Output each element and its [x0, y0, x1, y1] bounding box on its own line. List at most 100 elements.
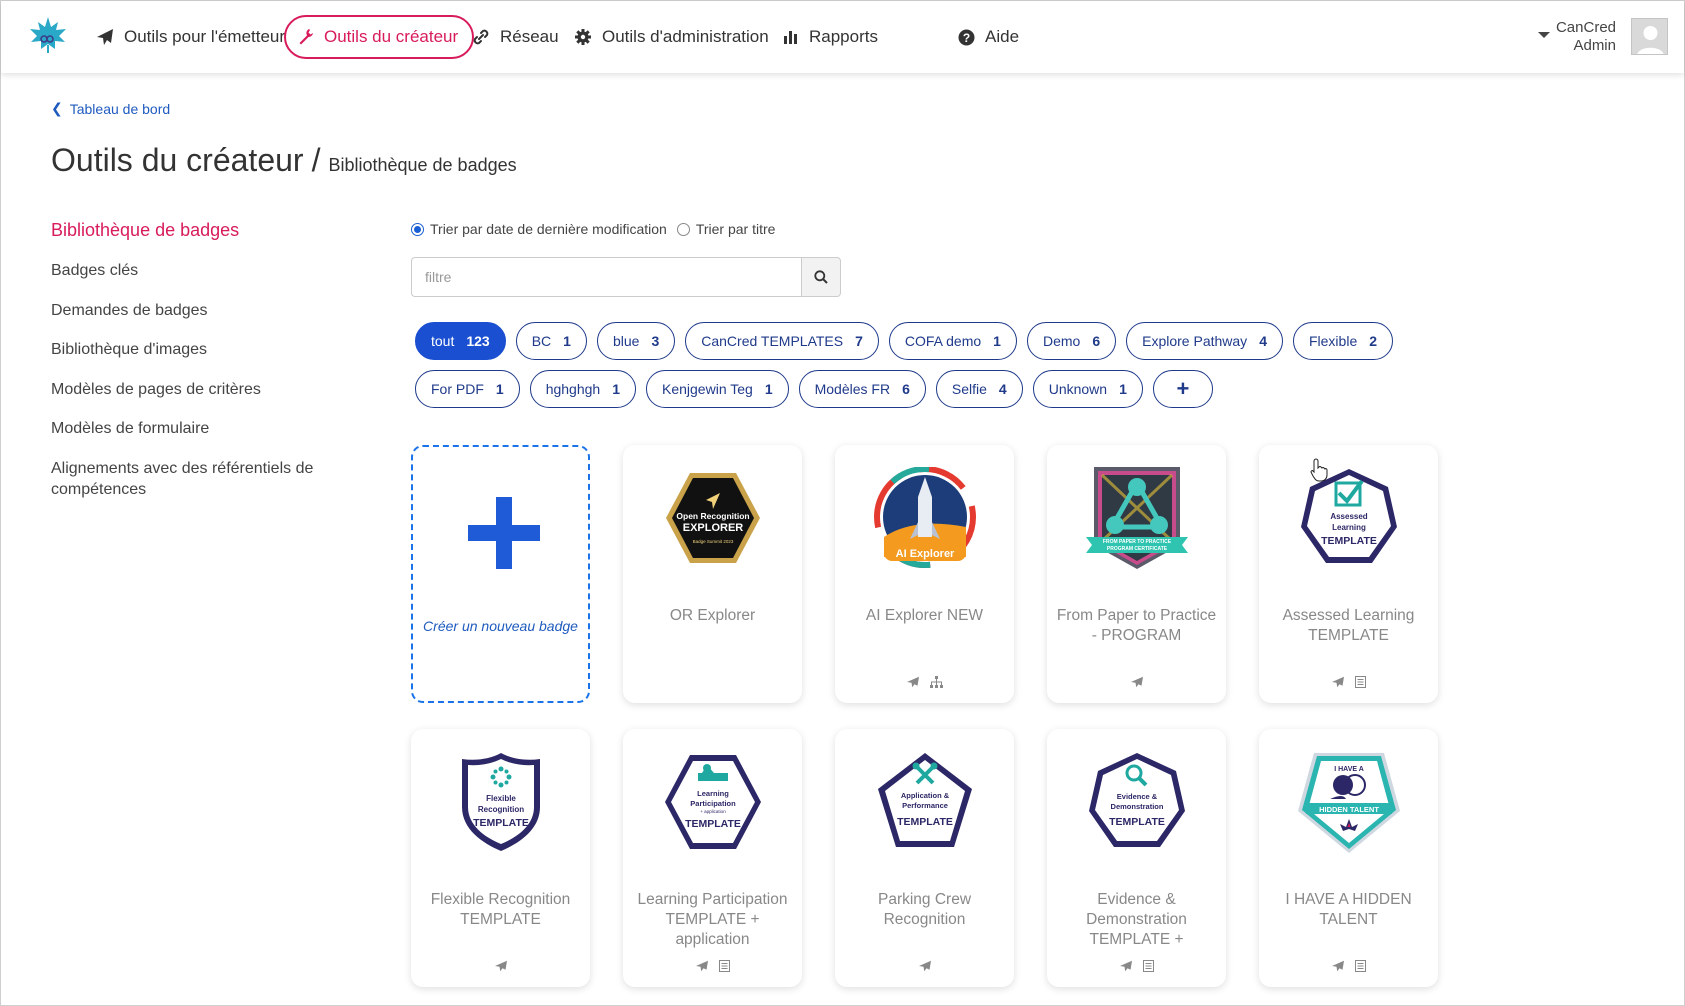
tag-filters: tout 123 BC 1 blue 3 CanCred TEMPLATES 7 COF…: [415, 322, 1415, 418]
filter-input[interactable]: [411, 257, 801, 297]
tag-demo[interactable]: Demo 6: [1026, 322, 1117, 360]
tag-count: 1: [1119, 381, 1127, 397]
badge-card[interactable]: Assessed Learning TEMPLATE Assessed Lear…: [1259, 445, 1438, 703]
tag-label: Explore Pathway: [1142, 333, 1248, 349]
user-org: CanCred: [1555, 19, 1616, 36]
nav-issuer-tools-label: Outils pour l'émetteur: [124, 27, 286, 46]
paper-plane-icon[interactable]: [918, 960, 932, 972]
paper-plane-icon[interactable]: [1331, 960, 1345, 972]
tag-unknown[interactable]: Unknown 1: [1032, 370, 1143, 408]
create-badge-card[interactable]: Créer un nouveau badge: [411, 445, 590, 703]
wrench-icon: [299, 29, 313, 45]
nav-creator-tools-label: Outils du créateur: [324, 27, 459, 46]
sidebar-item-image-library[interactable]: Bibliothèque d'images: [51, 339, 207, 360]
tag-hghghgh[interactable]: hghghgh 1: [529, 370, 636, 408]
tag-explore-pathway[interactable]: Explore Pathway 4: [1126, 322, 1283, 360]
top-navbar: Outils pour l'émetteur Outils du créateu…: [1, 1, 1684, 73]
nav-admin-tools-label: Outils d'administration: [602, 27, 769, 46]
paper-plane-icon[interactable]: [1331, 676, 1345, 688]
badge-card[interactable]: AI Explorer AI Explorer NEW: [835, 445, 1014, 703]
list-icon[interactable]: [1143, 960, 1154, 972]
page-title-separator: /: [311, 142, 321, 178]
search-button[interactable]: [801, 257, 841, 297]
list-icon[interactable]: [1355, 676, 1366, 688]
list-icon[interactable]: [1355, 960, 1366, 972]
badge-title: I HAVE A HIDDEN TALENT: [1285, 891, 1412, 928]
badge-art-text: Learning: [1332, 523, 1366, 532]
tag-count: 123: [466, 333, 490, 349]
nav-help[interactable]: ? Aide: [958, 15, 1019, 59]
page-title: Outils du créateur / Bibliothèque de badge…: [51, 142, 517, 179]
badge-card[interactable]: Flexible Recognition TEMPLATE Flexible R…: [411, 729, 590, 987]
badge-title: Flexible Recognition TEMPLATE: [430, 891, 571, 928]
paper-plane-icon[interactable]: [494, 960, 508, 972]
tag-for-pdf[interactable]: For PDF 1: [415, 370, 520, 408]
cancred-logo[interactable]: [27, 15, 69, 57]
badge-image: Application & Performance TEMPLATE: [878, 753, 972, 847]
add-tag-button[interactable]: +: [1152, 370, 1213, 408]
tag-modeles-fr[interactable]: Modèles FR 6: [798, 370, 926, 408]
badge-card[interactable]: I HAVE A HIDDEN TALENT I HAVE A HIDDEN T…: [1259, 729, 1438, 987]
sidebar-item-key-badges[interactable]: Badges clés: [51, 260, 138, 281]
paper-plane-icon[interactable]: [906, 676, 920, 688]
badge-card[interactable]: FROM PAPER TO PRACTICE PROGRAM CERTIFICA…: [1047, 445, 1226, 703]
sidebar-item-criteria-templates[interactable]: Modèles de pages de critères: [51, 379, 261, 400]
badge-title: Parking Crew Recognition: [877, 891, 972, 928]
sidebar-item-competency-alignments[interactable]: Alignements avec des référentiels de com…: [51, 458, 351, 500]
list-icon[interactable]: [719, 960, 730, 972]
plus-icon: [468, 497, 540, 569]
tag-flexible[interactable]: Flexible 2: [1292, 322, 1394, 360]
badge-actions: [1259, 676, 1438, 688]
tag-count: 4: [1259, 333, 1267, 349]
tag-label: Selfie: [951, 381, 987, 397]
tag-bc[interactable]: BC 1: [515, 322, 587, 360]
badge-art-text: Assessed: [1330, 512, 1367, 521]
badge-title: From Paper to Practice - PROGRAM: [1056, 607, 1217, 644]
badge-card[interactable]: Evidence & Demonstration TEMPLATE Eviden…: [1047, 729, 1226, 987]
link-icon: [473, 29, 489, 45]
tag-kenjgewin-teg[interactable]: Kenjgewin Teg 1: [646, 370, 789, 408]
nav-creator-tools[interactable]: Outils du créateur: [284, 15, 475, 59]
tag-cofa-demo[interactable]: COFA demo 1: [888, 322, 1017, 360]
nav-reports[interactable]: Rapports: [783, 15, 878, 59]
tag-count: 1: [612, 381, 620, 397]
user-silhouette-icon: [1637, 26, 1664, 54]
sitemap-icon[interactable]: [930, 676, 943, 688]
sort-by-title-radio[interactable]: [676, 222, 690, 236]
badge-card[interactable]: Application & Performance TEMPLATE Parki…: [835, 729, 1014, 987]
sidebar-item-form-templates[interactable]: Modèles de formulaire: [51, 418, 209, 439]
avatar[interactable]: [1631, 18, 1668, 55]
sidebar-item-badge-requests[interactable]: Demandes de badges: [51, 300, 208, 321]
badge-card[interactable]: Open Recognition EXPLORER Badge Summit 2…: [623, 445, 802, 703]
nav-network[interactable]: Réseau: [472, 15, 559, 59]
sidebar-item-badge-library[interactable]: Bibliothèque de badges: [51, 220, 239, 241]
tag-cancred-templates[interactable]: CanCred TEMPLATES 7: [685, 322, 879, 360]
nav-issuer-tools[interactable]: Outils pour l'émetteur: [96, 15, 285, 59]
tag-label: Demo: [1042, 333, 1081, 349]
paper-plane-icon[interactable]: [695, 960, 709, 972]
badge-art-text: TEMPLATE: [685, 818, 741, 830]
nav-admin-tools[interactable]: Outils d'administration: [574, 15, 769, 59]
sort-options: Trier par date de dernière modification …: [411, 221, 785, 237]
badge-image: AI Explorer: [874, 467, 976, 568]
tag-count: 3: [651, 333, 660, 349]
tag-label: Flexible: [1308, 333, 1358, 349]
badge-card[interactable]: Learning Participation + application TEM…: [623, 729, 802, 987]
badge-actions: [623, 960, 802, 972]
tag-selfie[interactable]: Selfie 4: [935, 370, 1023, 408]
paper-plane-icon[interactable]: [1130, 676, 1144, 688]
sort-by-date[interactable]: Trier par date de dernière modification: [411, 221, 667, 237]
tag-count: 6: [1092, 333, 1101, 349]
badge-art-text: HIDDEN TALENT: [1319, 805, 1379, 814]
tag-all[interactable]: tout 123: [415, 322, 506, 360]
badge-art-text: FROM PAPER TO PRACTICE: [1103, 539, 1172, 545]
sort-by-date-radio[interactable]: [411, 222, 424, 236]
user-menu[interactable]: CanCred Admin: [1536, 19, 1616, 55]
tag-blue[interactable]: blue 3: [596, 322, 676, 360]
tag-label: COFA demo: [904, 333, 982, 349]
sort-by-title[interactable]: Trier par titre: [676, 221, 775, 237]
paper-plane-icon[interactable]: [1119, 960, 1133, 972]
breadcrumb-dashboard[interactable]: ❮ Tableau de bord: [51, 100, 170, 117]
tag-count: 6: [902, 381, 910, 397]
tag-label: BC: [531, 333, 552, 349]
